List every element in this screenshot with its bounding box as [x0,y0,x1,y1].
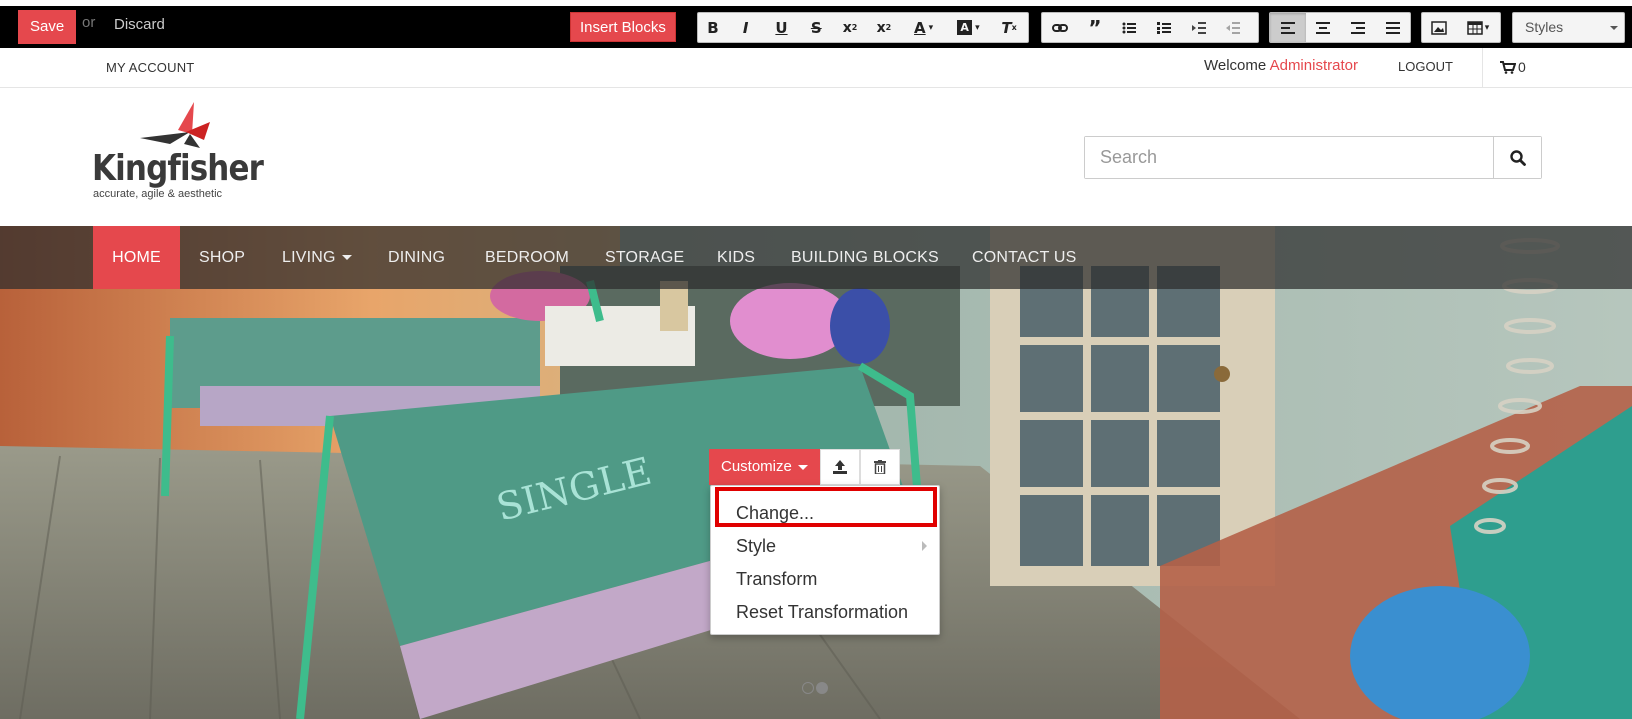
bold-icon[interactable]: B [698,13,728,42]
nav-item-dining[interactable]: DINING [388,226,445,289]
align-left-icon[interactable] [1270,13,1306,42]
align-right-icon[interactable] [1340,13,1376,42]
styles-dropdown[interactable]: Styles [1512,12,1625,43]
chevron-right-icon [922,541,927,551]
caret-down-icon [341,255,352,261]
customize-dropdown-menu: Change... Style Transform Reset Transfor… [710,485,940,635]
editor-toolbar: Save or Discard Insert Blocks B I U S x2… [0,0,1632,48]
subscript-icon[interactable]: x2 [833,13,867,42]
nav-item-label: HOME [112,249,161,266]
carousel-indicators [802,682,828,694]
link-icon[interactable] [1042,13,1078,42]
carousel-dot-1[interactable] [802,682,814,694]
divider [1482,48,1483,88]
kingfisher-bird-icon [140,102,210,148]
numbered-list-icon[interactable] [1146,13,1182,42]
nav-item-home[interactable]: HOME [93,226,180,289]
nav-item-label: BUILDING BLOCKS [791,249,939,266]
table-icon[interactable]: ▾ [1456,13,1500,42]
background-color-icon[interactable]: A ▾ [946,13,990,42]
cart-icon [1500,60,1516,74]
justify-icon[interactable] [1376,13,1410,42]
text-format-group: B I U S x2 x2 A ▾ A ▾ Tx [697,12,1029,43]
move-up-button[interactable] [819,449,860,485]
carousel-dot-2[interactable] [816,682,828,694]
customize-label: Customize [721,458,792,475]
alignment-group [1269,12,1411,43]
nav-item-label: KIDS [717,249,756,266]
nav-item-contact-us[interactable]: CONTACT US [972,226,1077,289]
window-top-strip [0,0,1632,6]
account-bar: MY ACCOUNT Welcome Administrator LOGOUT … [0,48,1632,88]
welcome-text: Welcome Administrator [1204,57,1358,74]
user-name-link[interactable]: Administrator [1270,57,1358,74]
font-color-icon[interactable]: A ▾ [901,13,947,42]
paragraph-group: ” [1041,12,1259,43]
underline-icon[interactable]: U [764,13,800,42]
indent-icon[interactable] [1182,13,1216,42]
search-button[interactable] [1493,137,1541,178]
styles-label: Styles [1525,19,1564,35]
caret-down-icon [797,464,808,470]
brand-name: Kingfisher [92,148,264,189]
discard-button[interactable]: Discard [114,16,165,33]
outdent-icon[interactable] [1216,13,1250,42]
nav-item-kids[interactable]: KIDS [717,226,755,289]
site-logo[interactable]: Kingfisher accurate, agile & aesthetic [92,100,264,210]
nav-item-storage[interactable]: STORAGE [605,226,684,289]
align-center-icon[interactable] [1306,13,1340,42]
nav-item-building-blocks[interactable]: BUILDING BLOCKS [791,226,939,289]
logout-link[interactable]: LOGOUT [1398,59,1453,74]
nav-item-label: CONTACT US [972,249,1077,266]
menu-item-reset-transformation[interactable]: Reset Transformation [736,602,908,623]
insert-blocks-button[interactable]: Insert Blocks [570,12,676,42]
nav-item-label: BEDROOM [485,249,570,266]
blockquote-icon[interactable]: ” [1078,13,1112,42]
search-box [1084,136,1542,179]
upload-icon [832,460,847,474]
main-navigation: HOME SHOP LIVING DINING BEDROOM STORAGE … [0,226,1632,289]
italic-icon[interactable]: I [728,13,764,42]
nav-item-bedroom[interactable]: BEDROOM [485,226,569,289]
welcome-label: Welcome [1204,57,1267,74]
insert-group: ▾ [1421,12,1501,43]
my-account-link[interactable]: MY ACCOUNT [106,60,194,75]
nav-item-shop[interactable]: SHOP [199,226,245,289]
or-text: or [82,14,96,31]
trash-icon [873,460,886,474]
brand-tagline: accurate, agile & aesthetic [93,188,223,200]
bulleted-list-icon[interactable] [1112,13,1146,42]
save-button[interactable]: Save [18,10,77,44]
snippet-options-bar: Customize [709,449,900,485]
menu-item-transform[interactable]: Transform [736,569,817,590]
superscript-icon[interactable]: x2 [867,13,901,42]
search-input[interactable] [1085,137,1493,178]
nav-item-label: SHOP [199,249,246,266]
chevron-down-icon [1610,26,1618,30]
nav-item-label: DINING [388,249,446,266]
nav-item-living[interactable]: LIVING [282,226,352,289]
search-icon [1509,149,1526,166]
menu-item-change[interactable]: Change... [736,503,814,524]
customize-button[interactable]: Customize [709,449,820,485]
cart-count: 0 [1518,59,1526,75]
strikethrough-icon[interactable]: S [799,13,833,42]
nav-item-label: LIVING [282,249,336,266]
cart-link[interactable]: 0 [1500,59,1526,75]
image-icon[interactable] [1422,13,1456,42]
menu-item-style[interactable]: Style [736,536,776,557]
delete-button[interactable] [859,449,900,485]
nav-item-label: STORAGE [605,249,685,266]
remove-format-icon[interactable]: Tx [990,13,1028,42]
